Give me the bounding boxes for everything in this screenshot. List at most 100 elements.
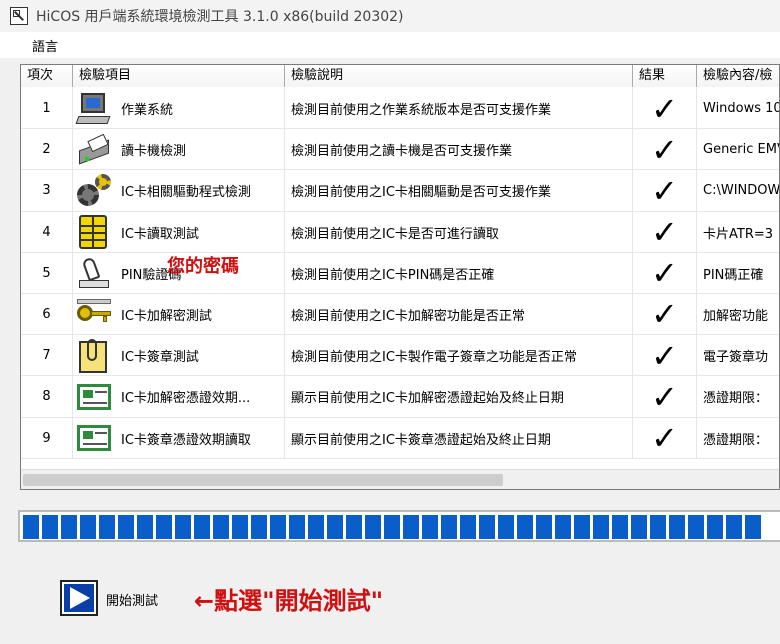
horizontal-scrollbar[interactable] [21, 469, 779, 489]
row-item: IC卡簽章憑證效期讀取 [73, 417, 285, 459]
window-title: HiCOS 用戶端系統環境檢測工具 3.1.0 x86(build 20302) [36, 9, 404, 25]
header-item[interactable]: 檢驗項目 [73, 65, 285, 87]
progress-segment [498, 515, 514, 539]
scrollbar-thumb[interactable] [23, 474, 503, 486]
table-row[interactable]: 8 IC卡加解密憑證效期... 顯示目前使用之IC卡加解密憑證起始及終止日期 ✓… [21, 376, 779, 418]
row-item: IC卡簽章測試 [73, 335, 285, 377]
row-item: PIN驗證碼 您的密碼 [73, 252, 285, 294]
progress-segment [460, 515, 476, 539]
row-result: ✓ [633, 252, 697, 294]
menu-language[interactable]: 語言 [32, 36, 58, 55]
menu-bar: 語言 [0, 32, 780, 58]
row-item: 讀卡機檢測 [73, 129, 285, 171]
row-index: 3 [21, 170, 73, 212]
row-result: ✓ [633, 211, 697, 253]
row-item: 作業系統 [73, 88, 285, 129]
row-item-label: IC卡簽章測試 [121, 350, 199, 366]
row-content: PIN碼正確 [697, 253, 779, 294]
row-index: 1 [21, 88, 73, 129]
row-result: ✓ [633, 376, 697, 418]
row-description: 檢測目前使用之IC卡PIN碼是否正確 [285, 252, 633, 294]
row-description: 檢測目前使用之IC卡是否可進行讀取 [285, 211, 633, 253]
progress-segment [118, 515, 134, 539]
header-result[interactable]: 結果 [633, 65, 697, 87]
checkmark-icon: ✓ [651, 419, 678, 457]
row-result: ✓ [633, 417, 697, 459]
row-index: 7 [21, 335, 73, 377]
progress-segment [270, 515, 286, 539]
progress-segment [441, 515, 457, 539]
check-results-list[interactable]: 項次 檢驗項目 檢驗說明 結果 檢驗內容/檢 1 作業系統 檢測目前使用之作業系… [20, 64, 780, 490]
chip-icon [75, 213, 113, 251]
table-row[interactable]: 2 讀卡機檢測 檢測目前使用之讀卡機是否可支援作業 ✓ Generic EMV [21, 129, 779, 171]
table-row[interactable]: 7 IC卡簽章測試 檢測目前使用之IC卡製作電子簽章之功能是否正常 ✓ 電子簽章… [21, 335, 779, 377]
row-content: Windows 10 [697, 88, 779, 129]
list-header: 項次 檢驗項目 檢驗說明 結果 檢驗內容/檢 [21, 65, 779, 87]
header-index[interactable]: 項次 [21, 65, 73, 87]
checkmark-icon: ✓ [651, 295, 678, 334]
header-content[interactable]: 檢驗內容/檢 [697, 65, 779, 87]
progress-segment [346, 515, 362, 539]
table-row[interactable]: 6 IC卡加解密測試 檢測目前使用之IC卡加解密功能是否正常 ✓ 加解密功能 [21, 293, 779, 336]
row-item: IC卡讀取測試 [73, 211, 285, 253]
row-item-label: 讀卡機檢測 [121, 144, 187, 160]
progress-segment [213, 515, 229, 539]
progress-segment [536, 515, 552, 539]
start-test-button[interactable] [60, 580, 98, 616]
progress-segment [137, 515, 153, 539]
checkmark-icon: ✓ [651, 377, 678, 416]
row-index: 8 [21, 376, 73, 418]
row-index: 9 [21, 417, 73, 459]
table-row[interactable]: 4 IC卡讀取測試 檢測目前使用之IC卡是否可進行讀取 ✓ 卡片ATR=3 [21, 211, 779, 253]
row-content: 憑證期限： [697, 418, 779, 459]
progress-bar [18, 510, 780, 542]
progress-segment [688, 515, 704, 539]
row-item-label: 作業系統 [121, 103, 174, 118]
start-test-label[interactable]: 開始測試 [106, 590, 158, 609]
row-item-label: IC卡相關驅動程式檢測 [121, 185, 251, 201]
certificate-icon [75, 419, 113, 457]
row-description: 檢測目前使用之讀卡機是否可支援作業 [285, 129, 633, 171]
table-row[interactable]: 1 作業系統 檢測目前使用之作業系統版本是否可支援作業 ✓ Windows 10 [21, 88, 779, 130]
row-content: C:\WINDOW [697, 170, 779, 211]
progress-segment [61, 515, 77, 539]
checkmark-icon: ✓ [651, 336, 678, 375]
play-icon [64, 584, 94, 612]
progress-segment [631, 515, 647, 539]
table-row[interactable]: 5 PIN驗證碼 您的密碼 檢測目前使用之IC卡PIN碼是否正確 ✓ PIN碼正… [21, 252, 779, 294]
row-result: ✓ [633, 170, 697, 212]
row-content: Generic EMV [697, 129, 779, 170]
progress-segment [251, 515, 267, 539]
progress-segment [403, 515, 419, 539]
pin-annotation: 您的密碼 [167, 255, 239, 277]
progress-segment [327, 515, 343, 539]
checkmark-icon: ✓ [651, 213, 678, 252]
gear-icon [75, 172, 113, 210]
row-index: 4 [21, 211, 73, 253]
row-index: 6 [21, 293, 73, 335]
progress-segment [23, 515, 39, 539]
row-content: 卡片ATR=3 [697, 212, 779, 253]
row-description: 顯示目前使用之IC卡加解密憑證起始及終止日期 [285, 376, 633, 418]
row-content: 加解密功能 [697, 294, 779, 335]
progress-segment [745, 515, 761, 539]
row-result: ✓ [633, 88, 697, 129]
row-item-label: IC卡讀取測試 [121, 226, 199, 242]
progress-segment [517, 515, 533, 539]
progress-segment [384, 515, 400, 539]
progress-segment [308, 515, 324, 539]
progress-segment [156, 515, 172, 539]
checkmark-icon: ✓ [651, 254, 678, 293]
row-result: ✓ [633, 335, 697, 377]
progress-segment [422, 515, 438, 539]
header-description[interactable]: 檢驗說明 [285, 65, 633, 87]
progress-segment [555, 515, 571, 539]
table-row[interactable]: 3 IC卡相關驅動程式檢測 檢測目前使用之IC卡相關驅動是否可支援作業 ✓ C:… [21, 170, 779, 212]
start-annotation: ←點選"開始測試" [194, 587, 384, 615]
row-item: IC卡加解密測試 [73, 293, 285, 335]
progress-segment [726, 515, 742, 539]
table-row[interactable]: 9 IC卡簽章憑證效期讀取 顯示目前使用之IC卡簽章憑證起始及終止日期 ✓ 憑證… [21, 417, 779, 459]
row-item-label: IC卡簽章憑證效期讀取 [121, 432, 251, 448]
checkmark-icon: ✓ [651, 171, 678, 210]
row-item: IC卡加解密憑證效期... [73, 376, 285, 418]
